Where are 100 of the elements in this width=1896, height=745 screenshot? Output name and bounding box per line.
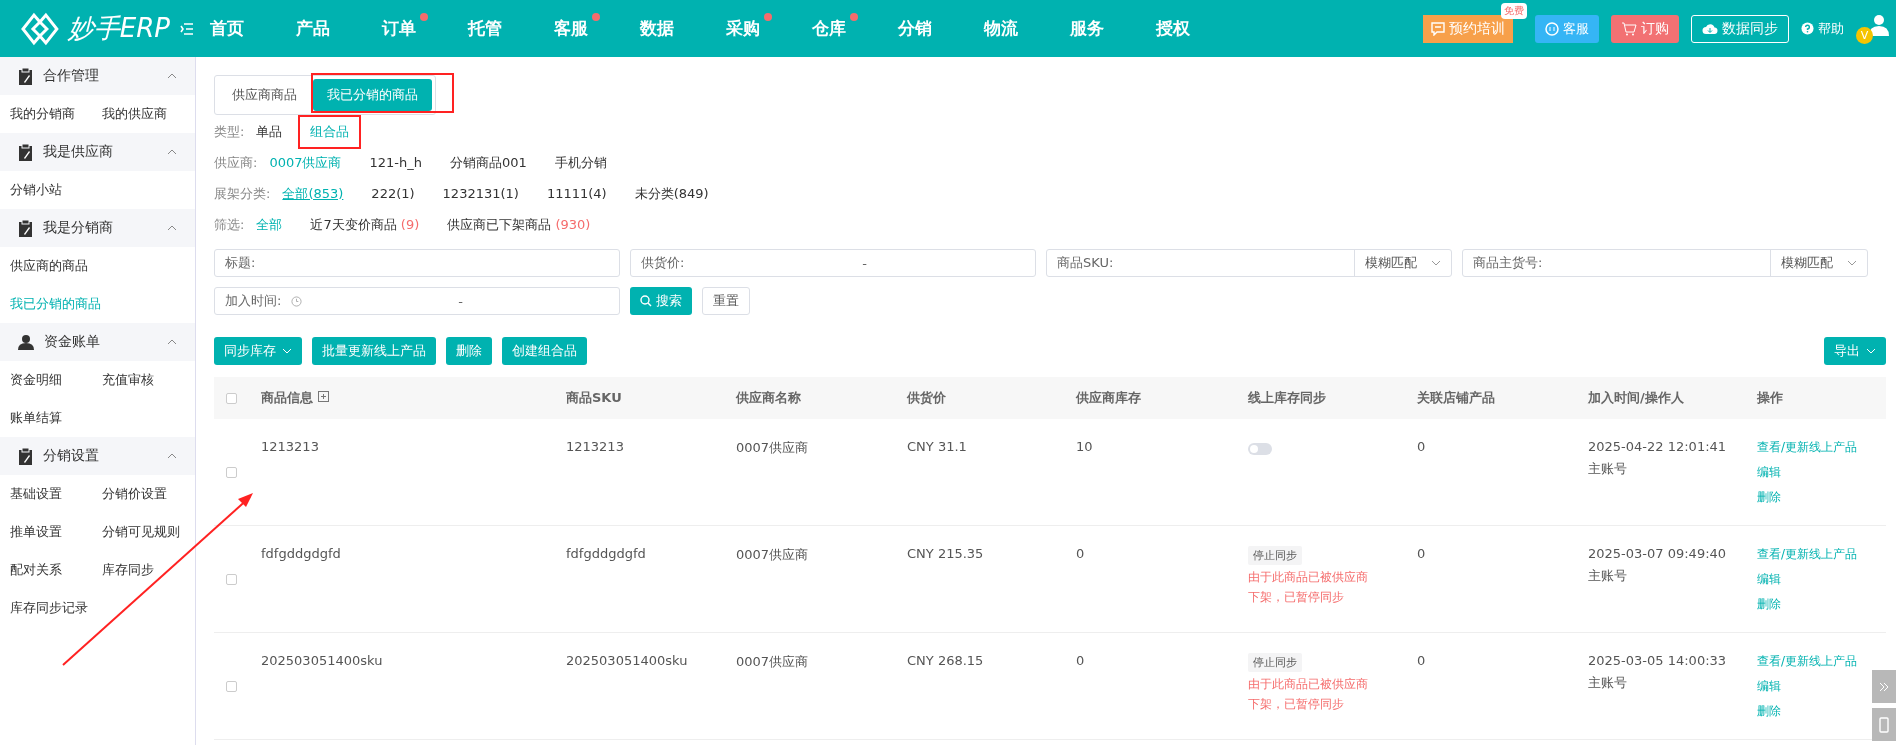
date-range-field[interactable]: 加入时间: - [214,287,620,315]
nav-item[interactable]: 物流 [984,17,1070,40]
checkbox[interactable] [226,680,237,692]
sidebar-item[interactable]: 库存同步记录 [0,589,88,627]
data-sync-button[interactable]: 数据同步 [1691,14,1789,43]
action-link[interactable]: 编辑 [1757,571,1781,588]
nav-item[interactable]: 客服 [554,17,640,40]
person-icon [18,334,34,350]
action-button[interactable]: 创建组合品 [502,337,587,365]
sidebar-item[interactable]: 我的供应商 [92,95,167,133]
filter-option[interactable]: 未分类(849) [634,185,709,201]
filter-option[interactable]: 11111(4) [546,186,607,201]
action-button[interactable]: 删除 [446,337,492,365]
table-cell-text: 2025-03-07 09:49:40 [1588,546,1728,561]
filter-option[interactable]: 单品 [256,123,283,139]
nav-item[interactable]: 首页 [210,17,296,40]
filter-option[interactable]: 分销商品001 [449,154,527,170]
price-range-field[interactable]: 供货价: - [630,249,1036,277]
action-link[interactable]: 删除 [1757,489,1781,506]
action-link[interactable]: 查看/更新线上产品 [1757,439,1858,456]
action-link[interactable]: 删除 [1757,596,1781,613]
filter-option[interactable]: 全部(853) [282,185,344,201]
sidebar-section-header[interactable]: 合作管理 [0,57,195,95]
expand-icon[interactable] [317,391,329,402]
avatar[interactable]: V [1856,13,1890,44]
sidebar-item[interactable]: 我的分销商 [0,95,75,133]
filter-option[interactable]: 组合品 [310,123,350,139]
nav-item[interactable]: 服务 [1070,17,1156,40]
checkbox[interactable] [226,392,237,404]
column-header: 供货价 [905,389,947,407]
sidebar-item[interactable]: 分销小站 [0,171,62,209]
sidebar-item[interactable]: 充值审核 [92,361,154,399]
sidebar-item[interactable]: 供应商的商品 [0,247,88,285]
action-button[interactable]: 同步库存 [214,337,302,365]
sidebar-item[interactable]: 配对关系 [0,551,62,589]
nav-item[interactable]: 托管 [468,17,554,40]
sidebar-item[interactable]: 我已分销的商品 [0,285,101,323]
sidebar-item[interactable]: 账单结算 [0,399,62,437]
sidebar-section-header[interactable]: 资金账单 [0,323,195,361]
user-icon [1868,13,1890,36]
filter-option[interactable]: 供应商已下架商品 (930) [447,216,591,232]
menu-icon[interactable] [180,22,194,35]
sidebar-item[interactable]: 推单设置 [0,513,62,551]
nav-item[interactable]: 授权 [1156,17,1242,40]
mobile-button[interactable] [1872,708,1896,741]
nav-item[interactable]: 仓库 [812,17,898,40]
section-title: 我是供应商 [43,143,114,161]
filter-option[interactable]: 0007供应商 [269,154,342,170]
filter-option[interactable]: 1232131(1) [442,186,519,201]
input-field[interactable]: 商品主货号: 模糊匹配 [1462,249,1868,277]
sidebar-section-header[interactable]: 分销设置 [0,437,195,475]
nav-item[interactable]: 采购 [726,17,812,40]
filter-option[interactable]: 121-h_h [369,155,422,170]
tab[interactable]: 我已分销的商品 [313,79,432,111]
cart-icon [1621,21,1637,36]
search-button[interactable]: 搜索 [630,287,692,315]
sidebar-item[interactable]: 库存同步 [92,551,154,589]
training-button[interactable]: 预约培训 [1423,14,1513,43]
chevron-up-icon [167,225,177,231]
search-icon [640,295,652,307]
service-button[interactable]: 客服 [1535,14,1599,43]
nav-item[interactable]: 订单 [382,17,468,40]
sidebar-section-header[interactable]: 我是供应商 [0,133,195,171]
tab[interactable]: 供应商商品 [218,79,311,111]
checkbox[interactable] [226,573,237,585]
chevron-icon [1866,348,1876,354]
action-link[interactable]: 删除 [1757,703,1781,720]
filter-option[interactable]: 222(1) [371,186,415,201]
export-button[interactable]: 导出 [1824,337,1886,365]
clock-icon [291,295,303,307]
collapse-button[interactable] [1872,670,1896,703]
filter-option[interactable]: 全部 [256,216,283,232]
reset-button[interactable]: 重置 [702,287,750,315]
sidebar-item[interactable]: 资金明细 [0,361,62,399]
nav-item[interactable]: 产品 [296,17,382,40]
sidebar-section-header[interactable]: 我是分销商 [0,209,195,247]
chevron-icon [1847,260,1857,266]
checkbox[interactable] [226,466,237,478]
sidebar-item[interactable]: 基础设置 [0,475,62,513]
filter-option[interactable]: 近7天变价商品 (9) [310,216,420,232]
input-field[interactable]: 标题: [214,249,620,277]
column-header: 操作 [1756,389,1784,407]
sync-toggle[interactable] [1248,443,1272,455]
nav-item[interactable]: 分销 [898,17,984,40]
action-link[interactable]: 编辑 [1757,678,1781,695]
column-header: 供应商名称 [734,389,802,407]
filter-option[interactable]: 手机分销 [554,154,607,170]
action-link[interactable]: 编辑 [1757,464,1781,481]
action-link[interactable]: 查看/更新线上产品 [1757,546,1858,563]
input-field[interactable]: 商品SKU: 模糊匹配 [1046,249,1452,277]
action-button[interactable]: 批量更新线上产品 [312,337,436,365]
section-title: 分销设置 [43,447,100,465]
order-button[interactable]: 订购 [1611,14,1679,43]
action-link[interactable]: 查看/更新线上产品 [1757,653,1858,670]
sidebar-item[interactable]: 分销可见规则 [92,513,180,551]
table-cell-text: 主账号 [1588,674,1628,692]
chevron-up-icon [167,149,177,155]
sidebar-item[interactable]: 分销价设置 [92,475,167,513]
help-link[interactable]: 帮助 [1801,19,1844,38]
nav-item[interactable]: 数据 [640,17,726,40]
